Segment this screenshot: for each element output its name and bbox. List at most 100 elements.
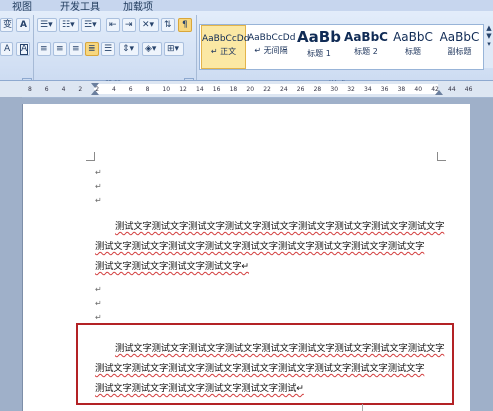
multilevel-list-icon: ☲▾ <box>84 20 97 30</box>
increase-indent-button[interactable]: ⇥ <box>122 18 136 32</box>
style-preview: AaBbC <box>439 30 480 44</box>
style-label: 标题 1 <box>307 49 331 58</box>
character-border-label: A <box>20 20 27 30</box>
paragraph-mark: ↵ <box>95 313 102 322</box>
style-preview: AaBbC <box>344 30 388 44</box>
sort-icon: ⇅ <box>164 20 172 30</box>
justify-button[interactable]: ≣ <box>85 42 99 56</box>
sort-button[interactable]: ⇅ <box>161 18 175 32</box>
ribbon: 变 A A A ⌟ ☰▾ ☷▾ ☲▾ ⇤ ⇥ ✕▾ ⇅ ¶ ≡ ≡ ≡ ≣ ☰ … <box>0 11 493 91</box>
paint-bucket-icon: ◈▾ <box>145 44 157 54</box>
numbering-button[interactable]: ☷▾ <box>59 18 79 32</box>
style-heading-1[interactable]: AaBb 标题 1 <box>296 25 342 69</box>
ruler-tick-label: 10 <box>162 86 171 93</box>
borders-icon: ⊞▾ <box>167 44 180 54</box>
first-line-indent-marker[interactable] <box>91 83 99 88</box>
ruler-tick-label: 36 <box>380 86 389 93</box>
paragraph-mark: ↵ <box>95 168 102 177</box>
hanging-indent-marker[interactable] <box>91 90 99 95</box>
style-normal[interactable]: AaBbCcDd ↵ 正文 <box>201 25 250 69</box>
scroll-down-icon[interactable]: ▼ <box>484 32 493 40</box>
align-right-button[interactable]: ≡ <box>69 42 83 56</box>
ruler-tick-label: 8 <box>145 86 150 93</box>
style-preview: AaBb <box>297 28 341 46</box>
align-left-icon: ≡ <box>40 44 48 54</box>
group-divider <box>33 15 34 80</box>
chinese-layout-button[interactable]: ✕▾ <box>139 18 159 32</box>
enclose-characters-button[interactable]: A <box>16 42 30 56</box>
paragraph-mark: ↵ <box>95 182 102 191</box>
distributed-button[interactable]: ☰ <box>101 42 115 56</box>
style-no-spacing[interactable]: AaBbCcDd ↵ 无间隔 <box>248 25 296 69</box>
ruler-tick-label: 44 <box>448 86 456 93</box>
scroll-up-icon[interactable]: ▲ <box>484 24 493 32</box>
ruler-tick-label: 38 <box>397 86 406 93</box>
phonetic-guide-label: 变 <box>3 20 13 30</box>
character-shading-label: A <box>4 44 11 54</box>
text-line: 测试文字测试文字测试文字测试文字↵ <box>95 261 249 272</box>
borders-button[interactable]: ⊞▾ <box>164 42 184 56</box>
style-label: ↵ 无间隔 <box>254 46 288 55</box>
multilevel-list-button[interactable]: ☲▾ <box>81 18 101 32</box>
ruler-tick-label: 16 <box>212 86 221 93</box>
increase-indent-icon: ⇥ <box>125 20 133 30</box>
numbering-icon: ☷▾ <box>62 20 75 30</box>
right-indent-marker[interactable] <box>435 90 443 95</box>
ruler-tick-label: 2 <box>78 86 83 93</box>
paragraph-mark: ↵ <box>95 196 102 205</box>
bullets-icon: ☰▾ <box>40 20 53 30</box>
style-label: 标题 <box>405 47 421 56</box>
ruler-tick-label: 6 <box>128 86 133 93</box>
ruler-tick-label: 46 <box>464 86 473 93</box>
style-label: ↵ 正文 <box>210 47 237 56</box>
margin-corner-bottom <box>362 404 363 411</box>
ruler-tick-label: 34 <box>364 86 372 93</box>
styles-gallery: AaBbCcDd ↵ 正文 AaBbCcDd ↵ 无间隔 AaBb 标题 1 A… <box>199 24 484 70</box>
show-hide-marks-button[interactable]: ¶ <box>178 18 192 32</box>
style-preview: AaBbCcDd <box>248 33 296 43</box>
style-label: 标题 2 <box>354 47 378 56</box>
style-label: 副标题 <box>447 47 472 56</box>
phonetic-guide-button[interactable]: 变 <box>0 18 13 32</box>
character-border-button[interactable]: A <box>16 18 30 32</box>
ruler-tick-label: 26 <box>296 86 305 93</box>
ruler-tick-label: 22 <box>263 86 271 93</box>
margin-corner-top-left <box>86 152 95 161</box>
group-divider <box>196 15 197 80</box>
ruler-tick-label: 4 <box>112 86 116 93</box>
character-shading-button[interactable]: A <box>0 42 13 56</box>
align-right-icon: ≡ <box>72 44 80 54</box>
justify-icon: ≣ <box>88 44 96 54</box>
paragraph-mark: ↵ <box>95 299 102 308</box>
highlight-box <box>76 323 454 405</box>
style-heading-2[interactable]: AaBbC 标题 2 <box>343 25 389 69</box>
style-preview: AaBbC <box>393 30 433 44</box>
paragraph-mark: ↵ <box>95 285 102 294</box>
ruler-tick-label: 24 <box>280 86 288 93</box>
chinese-layout-icon: ✕▾ <box>142 20 155 30</box>
ruler-tick-label: 18 <box>229 86 238 93</box>
decrease-indent-button[interactable]: ⇤ <box>106 18 120 32</box>
gallery-more-icon[interactable]: ▾ <box>484 40 493 48</box>
style-title[interactable]: AaBbC 标题 <box>390 25 436 69</box>
align-center-button[interactable]: ≡ <box>53 42 67 56</box>
ruler-tick-label: 28 <box>313 86 322 93</box>
ruler-tick-label: 30 <box>330 86 339 93</box>
ruler-tick-label: 4 <box>61 86 66 93</box>
enclose-characters-label: A <box>20 44 29 55</box>
bullets-button[interactable]: ☰▾ <box>37 18 57 32</box>
shading-button[interactable]: ◈▾ <box>142 42 162 56</box>
text-line: 测试文字测试文字测试文字测试文字测试文字测试文字测试文字测试文字测试文字 <box>115 221 445 232</box>
ruler-tick-label: 12 <box>179 86 187 93</box>
ribbon-tab-bar: 视图 开发工具 加载项 <box>0 0 493 13</box>
ruler-tick-label: 20 <box>246 86 255 93</box>
ruler-tick-label: 40 <box>414 86 423 93</box>
style-preview: AaBbCcDd <box>202 34 250 44</box>
style-subtitle[interactable]: AaBbC 副标题 <box>437 25 482 69</box>
styles-gallery-scroll[interactable]: ▲ ▼ ▾ <box>483 24 493 68</box>
align-center-icon: ≡ <box>56 44 64 54</box>
line-spacing-button[interactable]: ⇕▾ <box>119 42 139 56</box>
margin-corner-top-right <box>437 152 446 161</box>
text-line: 测试文字测试文字测试文字测试文字测试文字测试文字测试文字测试文字测试文字 <box>95 241 425 252</box>
align-left-button[interactable]: ≡ <box>37 42 51 56</box>
